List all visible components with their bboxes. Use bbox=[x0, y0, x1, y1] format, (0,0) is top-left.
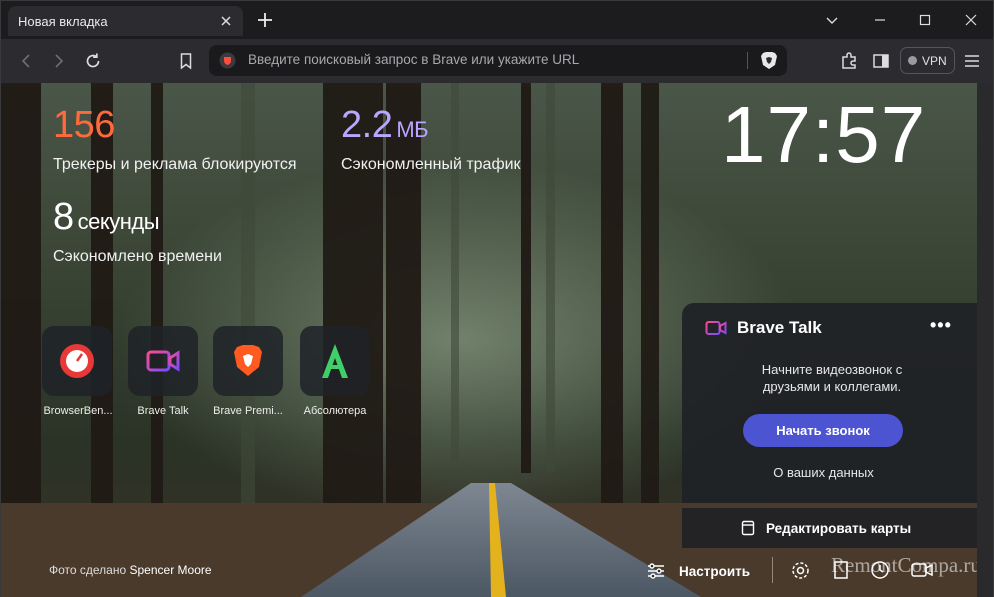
brave-talk-card: Brave Talk ••• Начните видеозвонок с дру… bbox=[682, 303, 977, 503]
brave-shields-icon[interactable] bbox=[760, 51, 778, 70]
time-unit: секунды bbox=[77, 209, 160, 234]
top-site-label: BrowserBen... bbox=[43, 405, 113, 417]
top-site-tile-brave-talk[interactable] bbox=[128, 326, 198, 396]
tab-new-tab[interactable]: Новая вкладка bbox=[8, 6, 243, 36]
vpn-button[interactable]: VPN bbox=[900, 47, 955, 74]
trackers-blocked-count: 156 bbox=[53, 104, 115, 147]
brave-talk-icon bbox=[705, 321, 727, 335]
letter-a-icon bbox=[322, 344, 348, 378]
brave-talk-description: Начните видеозвонок с друзьями и коллега… bbox=[761, 362, 903, 394]
start-call-button[interactable]: Начать звонок bbox=[743, 414, 903, 447]
photo-credit-author[interactable]: Spencer Moore bbox=[130, 563, 212, 577]
about-data-link[interactable]: О ваших данных bbox=[682, 465, 965, 480]
title-bar: Новая вкладка bbox=[1, 1, 993, 39]
video-camera-icon bbox=[146, 350, 180, 372]
back-icon[interactable] bbox=[16, 51, 36, 71]
sliders-icon bbox=[648, 563, 664, 579]
new-tab-icon[interactable] bbox=[257, 12, 273, 28]
bandwidth-number: 2.2 bbox=[341, 104, 393, 146]
toolbar: Введите поисковый запрос в Brave или ука… bbox=[1, 39, 993, 83]
reload-icon[interactable] bbox=[83, 51, 103, 71]
photo-credit-prefix: Фото сделано bbox=[49, 563, 127, 577]
bandwidth-unit: МБ bbox=[396, 117, 429, 142]
watermark-text: RemontCompa.ru bbox=[831, 553, 977, 577]
vpn-label: VPN bbox=[922, 53, 947, 68]
edit-cards-button[interactable]: Редактировать карты bbox=[682, 508, 977, 548]
photo-credit: Фото сделано Spencer Moore bbox=[49, 563, 212, 577]
top-site-label: Brave Talk bbox=[137, 405, 189, 417]
brave-talk-title: Brave Talk bbox=[737, 318, 822, 337]
minimize-icon[interactable] bbox=[873, 13, 887, 27]
settings-icon[interactable] bbox=[790, 560, 811, 581]
time-saved-label: Сэкономлено времени bbox=[53, 248, 222, 265]
customize-button[interactable]: Настроить bbox=[646, 557, 750, 585]
tab-search-chevron-icon[interactable] bbox=[825, 13, 839, 27]
edit-cards-label: Редактировать карты bbox=[766, 520, 912, 536]
footer-divider bbox=[772, 557, 773, 583]
trackers-blocked-label: Трекеры и реклама блокируются bbox=[53, 156, 297, 173]
top-site-tile-brave-premium[interactable] bbox=[213, 326, 283, 396]
card-menu-icon[interactable]: ••• bbox=[930, 315, 952, 336]
top-site-label: Абсолютера bbox=[303, 405, 367, 417]
top-site-tile-absolutera[interactable] bbox=[300, 326, 370, 396]
forward-icon[interactable] bbox=[49, 51, 69, 71]
close-tab-icon[interactable] bbox=[219, 14, 233, 28]
extensions-icon[interactable] bbox=[839, 51, 859, 71]
bookmark-icon[interactable] bbox=[176, 51, 196, 71]
time-saved-value: 8 секунды bbox=[53, 196, 160, 239]
tab-title: Новая вкладка bbox=[18, 13, 108, 29]
clock: 17:57 bbox=[721, 90, 927, 179]
menu-icon[interactable] bbox=[962, 51, 982, 71]
top-site-label: Brave Premi... bbox=[213, 405, 283, 417]
time-number: 8 bbox=[53, 196, 74, 238]
sidebar-icon[interactable] bbox=[871, 51, 891, 71]
trackers-value: 156 bbox=[53, 104, 115, 146]
customize-label: Настроить bbox=[679, 563, 751, 579]
bandwidth-saved-label: Сэкономленный трафик bbox=[341, 156, 521, 173]
brave-lion-icon bbox=[234, 345, 262, 376]
speedometer-icon bbox=[60, 344, 94, 378]
top-site-tile-browserbench[interactable] bbox=[42, 326, 112, 396]
address-bar-placeholder: Введите поисковый запрос в Brave или ука… bbox=[248, 52, 580, 67]
brave-search-icon bbox=[219, 52, 236, 69]
maximize-icon[interactable] bbox=[918, 13, 932, 27]
close-window-icon[interactable] bbox=[964, 13, 978, 27]
cards-icon bbox=[741, 520, 755, 536]
address-bar-divider bbox=[747, 52, 748, 69]
vpn-status-icon bbox=[908, 56, 917, 65]
browser-window: Новая вкладка Введите поисковый запрос в… bbox=[0, 0, 994, 597]
scrollbar[interactable] bbox=[977, 83, 993, 597]
bandwidth-saved-value: 2.2 МБ bbox=[341, 104, 429, 147]
address-bar[interactable]: Введите поисковый запрос в Brave или ука… bbox=[209, 45, 787, 76]
new-tab-page: 156 Трекеры и реклама блокируются 2.2 МБ … bbox=[1, 83, 977, 597]
